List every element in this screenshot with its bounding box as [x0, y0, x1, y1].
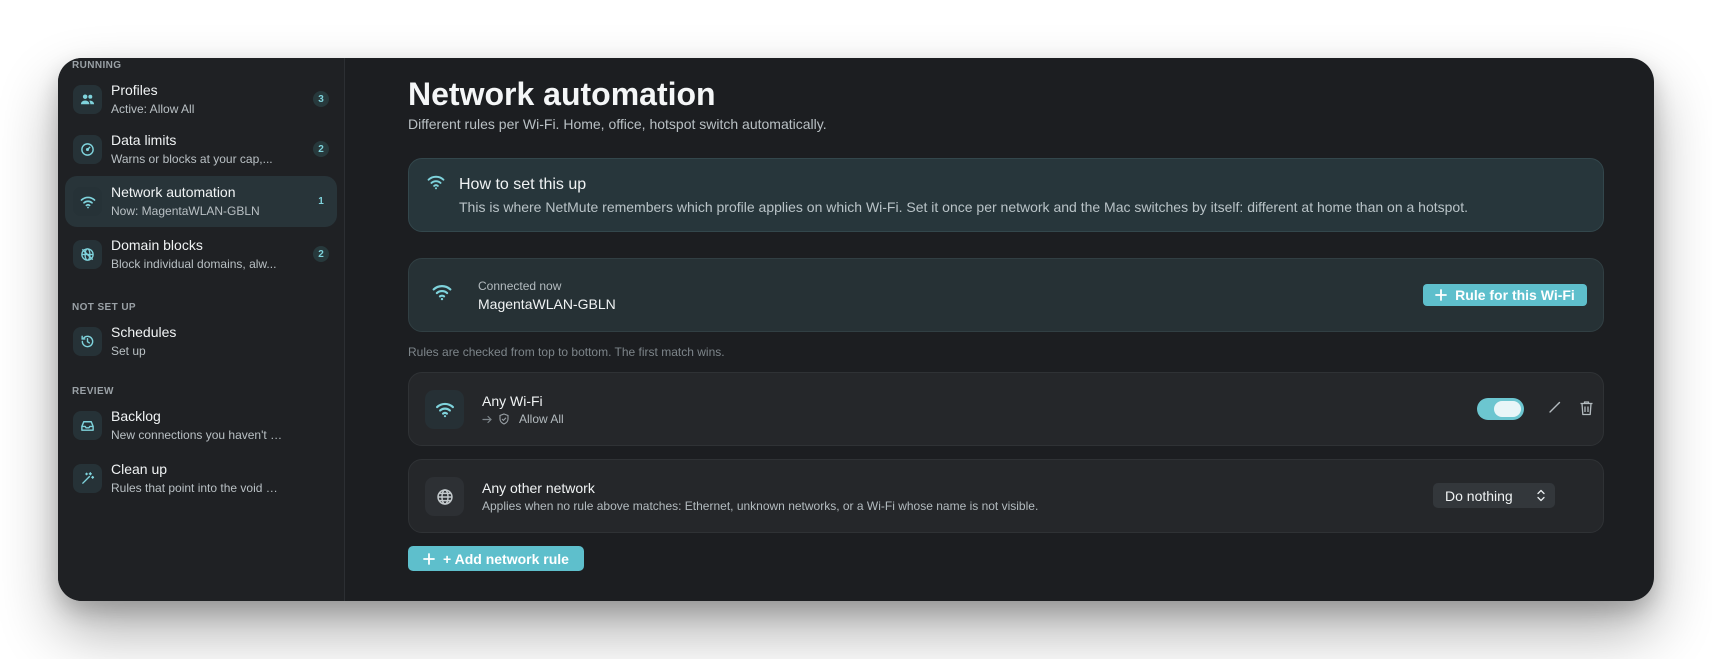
count-badge: 2: [313, 141, 329, 157]
select-value: Do nothing: [1445, 487, 1513, 504]
sidebar-item-clean-up[interactable]: Clean up Rules that point into the void …: [65, 453, 337, 504]
connection-card: Connected now MagentaWLAN-GBLN Rule for …: [408, 258, 1604, 332]
trash-icon[interactable]: [1579, 400, 1594, 421]
other-network-title: Any other network: [482, 480, 595, 496]
sidebar-item-title: Data limits: [111, 132, 177, 148]
sidebar-item-title: Clean up: [111, 461, 168, 477]
sidebar-item-subtitle: New connections you haven't dec...: [111, 428, 283, 442]
count-badge: 1: [318, 195, 324, 207]
fallback-action-select[interactable]: Do nothing: [1433, 483, 1555, 508]
count-badge: 3: [313, 91, 329, 107]
arrow-right-icon: [482, 415, 492, 423]
count-badge: 2: [313, 246, 329, 262]
connection-network-name: MagentaWLAN-GBLN: [478, 296, 616, 312]
rule-profile: Allow All: [482, 412, 564, 426]
wifi-icon: [431, 283, 453, 306]
sidebar-item-subtitle: Block individual domains, alw...: [111, 257, 277, 271]
main-content: Network automation Different rules per W…: [346, 58, 1654, 601]
sidebar-item-subtitle: Warns or blocks at your cap,...: [111, 152, 273, 166]
page-title: Network automation: [408, 76, 716, 112]
sidebar-item-backlog[interactable]: Backlog New connections you haven't dec.…: [65, 400, 337, 451]
sidebar-item-title: Network automation: [111, 184, 236, 200]
sidebar-item-data-limits[interactable]: Data limits Warns or blocks at your cap,…: [65, 124, 337, 175]
sidebar-item-schedules[interactable]: Schedules Set up: [65, 316, 337, 367]
section-label-running: RUNNING: [72, 60, 122, 71]
add-network-rule-button[interactable]: + Add network rule: [408, 546, 584, 571]
chevron-up-down-icon: [1537, 489, 1545, 502]
rule-enabled-toggle[interactable]: [1477, 398, 1524, 420]
other-network-subtitle: Applies when no rule above matches: Ethe…: [482, 499, 1039, 513]
sidebar-item-profiles[interactable]: Profiles Active: Allow All 3: [65, 74, 337, 125]
sidebar-item-subtitle: Set up: [111, 344, 146, 358]
info-card: How to set this up This is where NetMute…: [408, 158, 1604, 232]
other-network-card: Any other network Applies when no rule a…: [408, 459, 1604, 533]
wifi-icon: [73, 187, 102, 216]
people-icon: [73, 85, 102, 114]
rules-hint: Rules are checked from top to bottom. Th…: [408, 345, 725, 359]
edit-icon[interactable]: [1548, 400, 1562, 419]
sidebar-item-subtitle: Now: MagentaWLAN-GBLN: [111, 204, 260, 218]
toggle-knob: [1494, 401, 1521, 417]
sidebar-item-subtitle: Rules that point into the void or h...: [111, 481, 283, 495]
sidebar-item-domain-blocks[interactable]: Domain blocks Block individual domains, …: [65, 229, 337, 280]
sidebar: RUNNING Profiles Active: Allow All 3 Dat…: [58, 58, 345, 601]
plus-icon: [1435, 289, 1448, 301]
rule-row[interactable]: Any Wi-Fi Allow All: [408, 372, 1604, 446]
section-label-review: REVIEW: [72, 386, 114, 397]
page-subtitle: Different rules per Wi-Fi. Home, office,…: [408, 116, 827, 132]
sidebar-item-title: Domain blocks: [111, 237, 203, 253]
connection-label: Connected now: [478, 279, 562, 293]
rule-title: Any Wi-Fi: [482, 393, 543, 409]
globe-icon: [425, 477, 464, 516]
wifi-icon: [426, 174, 446, 195]
rule-for-this-wifi-button[interactable]: Rule for this Wi-Fi: [1423, 284, 1587, 306]
section-label-not-set-up: NOT SET UP: [72, 302, 137, 313]
shield-check-icon: [499, 413, 509, 425]
sidebar-item-network-automation[interactable]: Network automation Now: MagentaWLAN-GBLN…: [65, 176, 337, 227]
sidebar-item-title: Backlog: [111, 408, 161, 424]
info-text: This is where NetMute remembers which pr…: [459, 199, 1468, 215]
button-label: Rule for this Wi-Fi: [1455, 287, 1575, 303]
rule-profile-name: Allow All: [519, 412, 564, 426]
wand-icon: [73, 464, 102, 493]
sidebar-item-title: Schedules: [111, 324, 177, 340]
history-icon: [73, 327, 102, 356]
sidebar-item-title: Profiles: [111, 82, 158, 98]
plus-icon: [423, 552, 435, 565]
sidebar-item-subtitle: Active: Allow All: [111, 102, 195, 116]
inbox-icon: [73, 411, 102, 440]
blocked-globe-icon: [73, 240, 102, 269]
app-window: RUNNING Profiles Active: Allow All 3 Dat…: [58, 58, 1654, 601]
button-label: + Add network rule: [443, 550, 569, 567]
info-title: How to set this up: [459, 176, 587, 193]
wifi-icon: [425, 390, 464, 429]
gauge-icon: [73, 135, 102, 164]
